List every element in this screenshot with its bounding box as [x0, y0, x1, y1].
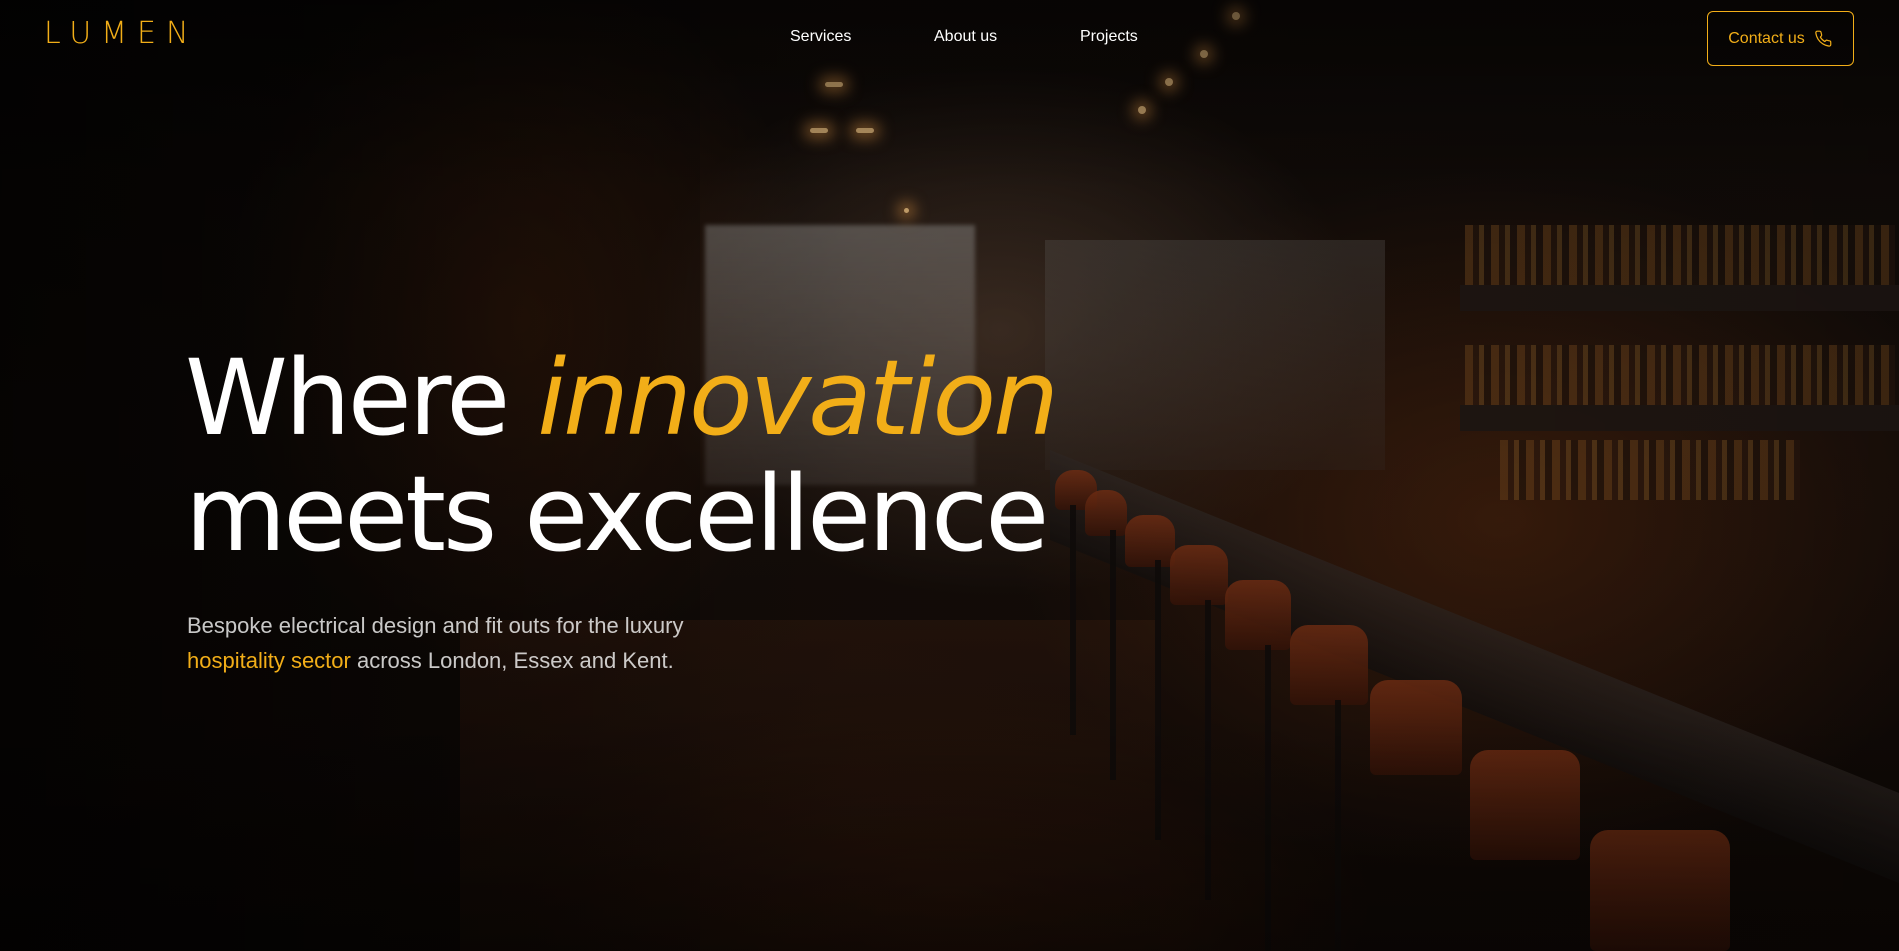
subtitle-rest: across London, Essex and Kent. — [350, 648, 674, 673]
headline-where: Where — [185, 337, 538, 459]
contact-us-button[interactable]: Contact us — [1707, 11, 1854, 66]
nav-about-us[interactable]: About us — [934, 28, 997, 46]
hero-headline: Where innovation meets excellence — [185, 337, 1059, 575]
site-header: LUMEN Services About us Projects Contact… — [0, 0, 1899, 78]
phone-icon — [1814, 30, 1832, 47]
contact-us-label: Contact us — [1728, 29, 1805, 47]
headline-innovation: innovation — [537, 337, 1059, 459]
headline-meets-excellence: meets excellence — [185, 453, 1049, 575]
nav-projects[interactable]: Projects — [1080, 28, 1138, 46]
subtitle-line1: Bespoke electrical design and fit outs f… — [187, 613, 684, 638]
subtitle-accent: hospitality sector — [187, 648, 351, 673]
hero-section: LUMEN Services About us Projects Contact… — [0, 0, 1899, 951]
hero-subtitle: Bespoke electrical design and fit outs f… — [187, 608, 827, 678]
nav-services[interactable]: Services — [790, 28, 851, 46]
lumen-logo[interactable]: LUMEN — [44, 16, 198, 51]
